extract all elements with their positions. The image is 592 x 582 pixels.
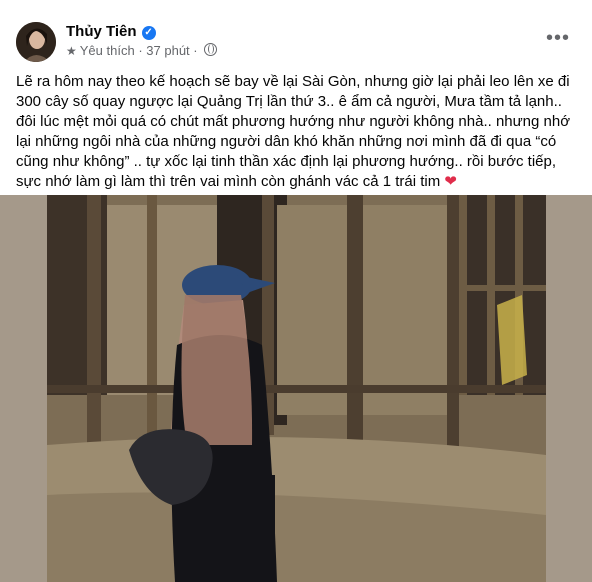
meta-separator: · (193, 43, 198, 58)
more-options-icon[interactable]: ••• (544, 28, 572, 56)
author-name-row: Thủy Tiên ✓ (66, 23, 156, 40)
post-time[interactable]: 37 phút (146, 43, 189, 58)
avatar-image (16, 22, 56, 62)
verified-badge-icon: ✓ (141, 26, 156, 40)
facebook-post-card: Thủy Tiên ✓ ★ Yêu thích · 37 phút · ••• Lẽ… (0, 0, 592, 582)
author-avatar[interactable] (16, 22, 56, 62)
post-text: Lẽ ra hôm nay theo kế hoạch sẽ bay về lạ… (16, 72, 576, 192)
photo-woman-by-wooden-house (47, 195, 546, 582)
post-body: Lẽ ra hôm nay theo kế hoạch sẽ bay về lạ… (16, 73, 571, 190)
post-photo-container[interactable] (0, 195, 592, 582)
audience-label: Yêu thích (79, 43, 135, 58)
post-header: Thủy Tiên ✓ ★ Yêu thích · 37 phút · ••• (16, 22, 576, 62)
meta-separator: · (138, 43, 143, 58)
heart-emoji: ❤ (444, 173, 457, 190)
globe-icon[interactable] (204, 43, 218, 56)
star-icon: ★ (66, 44, 77, 58)
author-name[interactable]: Thủy Tiên (66, 23, 137, 40)
post-photo[interactable] (47, 195, 546, 582)
post-meta: ★ Yêu thích · 37 phút · (66, 43, 218, 58)
